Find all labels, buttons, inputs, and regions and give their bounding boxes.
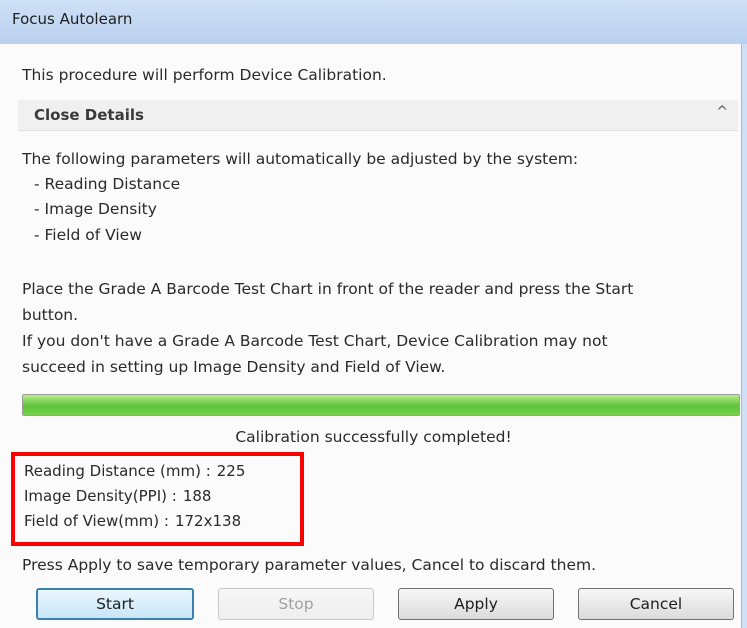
result-value: 172x138	[174, 512, 242, 530]
result-field-of-view: Field of View(mm) : 172x138	[24, 512, 241, 530]
apply-button[interactable]: Apply	[398, 588, 554, 620]
instruction-line: Place the Grade A Barcode Test Chart in …	[22, 280, 634, 298]
param-item: - Field of View	[34, 226, 142, 244]
chevron-up-icon: ^	[716, 104, 728, 120]
result-label: Image Density(PPI) :	[24, 487, 177, 505]
footer-text: Press Apply to save temporary parameter …	[22, 556, 596, 574]
result-value: 188	[182, 487, 212, 505]
results-highlight-box: Reading Distance (mm) : 225 Image Density…	[11, 452, 304, 546]
result-image-density: Image Density(PPI) : 188	[24, 487, 211, 505]
param-item: - Reading Distance	[34, 175, 181, 193]
dialog-window: Focus Autolearn This procedure will perf…	[0, 0, 747, 628]
stop-button[interactable]: Stop	[218, 588, 374, 620]
start-button[interactable]: Start	[36, 588, 194, 620]
param-item: - Image Density	[34, 200, 157, 218]
result-label: Field of View(mm) :	[24, 512, 169, 530]
close-details-toggle[interactable]: Close Details ^	[18, 100, 738, 131]
details-label: Close Details	[34, 106, 144, 124]
params-intro-text: The following parameters will automatica…	[22, 150, 579, 168]
result-reading-distance: Reading Distance (mm) : 225	[24, 462, 245, 480]
window-border	[741, 44, 747, 628]
instruction-line: succeed in setting up Image Density and …	[22, 358, 446, 376]
result-label: Reading Distance (mm) :	[24, 462, 211, 480]
result-value: 225	[216, 462, 246, 480]
instruction-line: If you don't have a Grade A Barcode Test…	[22, 332, 608, 350]
status-message: Calibration successfully completed!	[235, 428, 512, 446]
window-title: Focus Autolearn	[12, 10, 133, 28]
progress-fill	[23, 395, 739, 415]
intro-text: This procedure will perform Device Calib…	[22, 66, 387, 84]
instruction-line: button.	[22, 306, 79, 324]
cancel-button[interactable]: Cancel	[578, 588, 734, 620]
title-bar[interactable]: Focus Autolearn	[0, 0, 747, 45]
progress-bar	[22, 394, 740, 416]
